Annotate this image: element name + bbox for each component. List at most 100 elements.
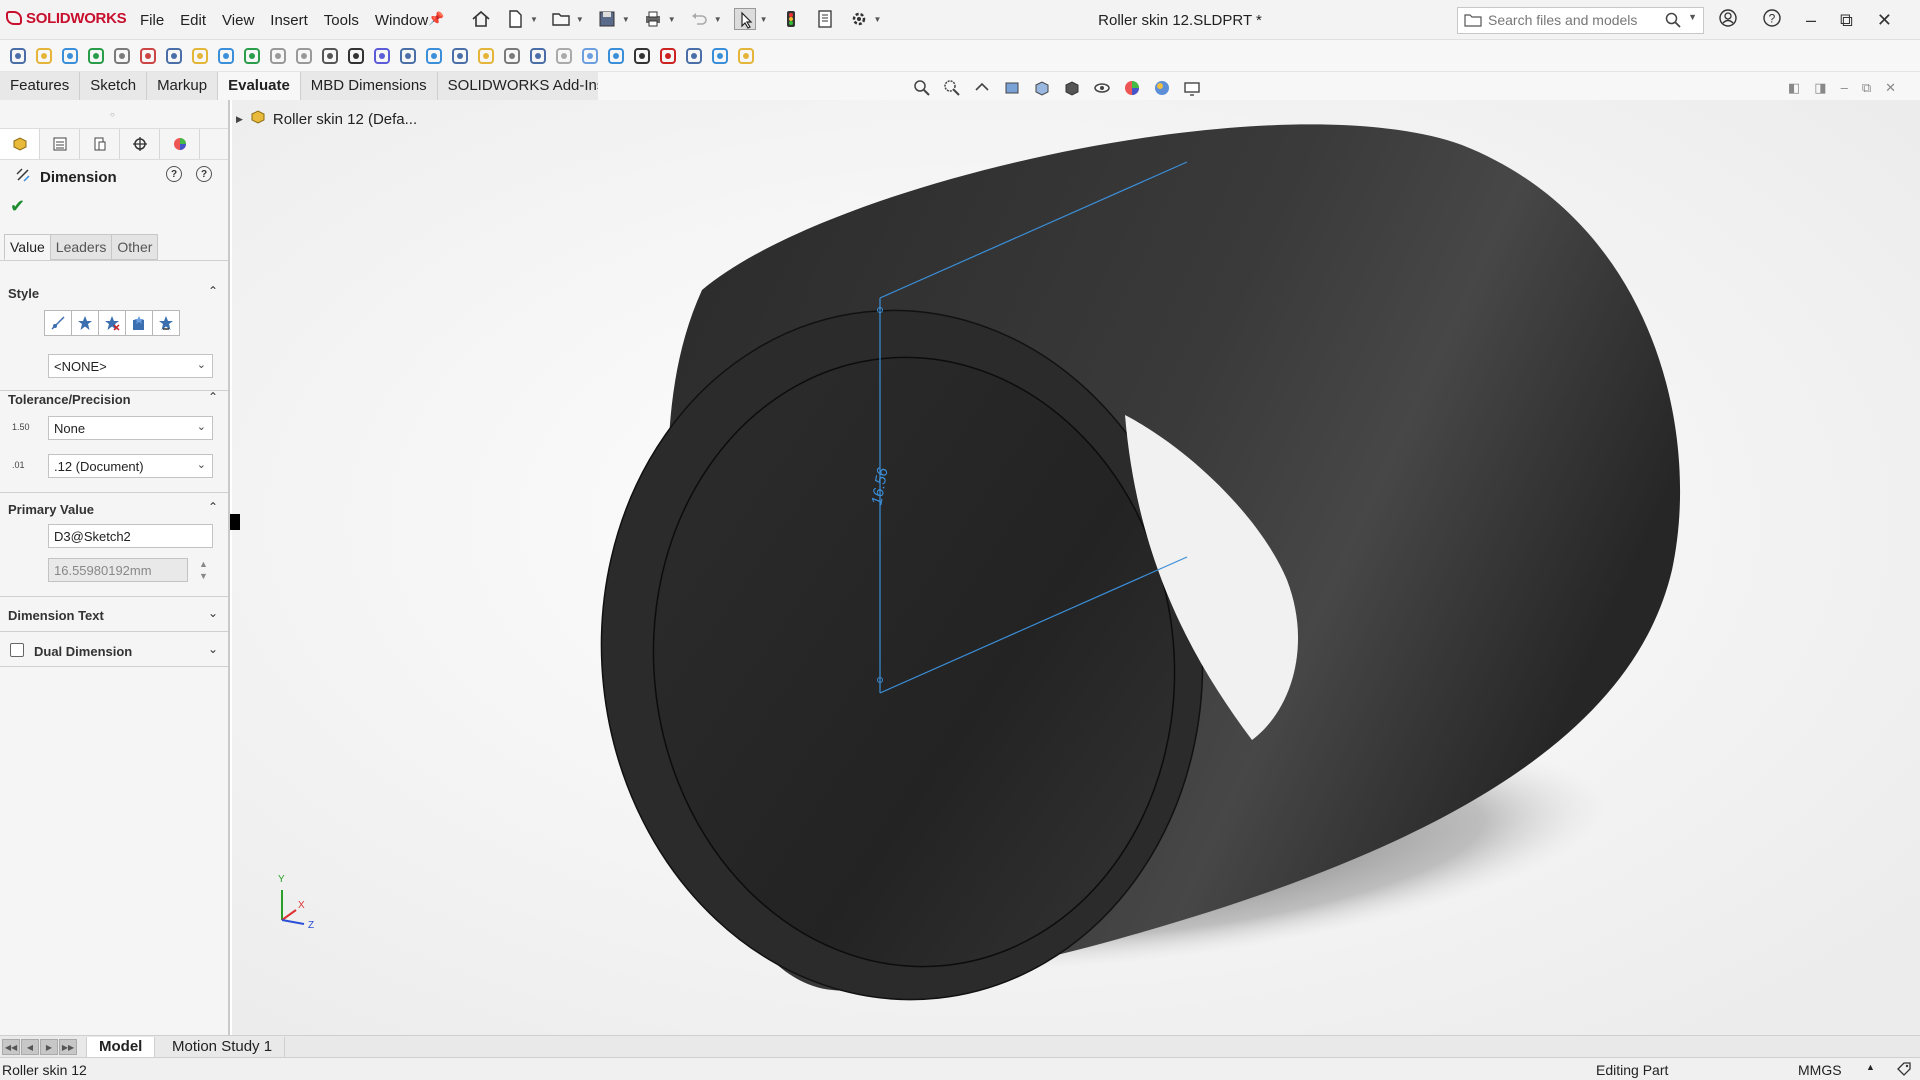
previous-view-icon[interactable]: [972, 78, 992, 98]
section-style-header[interactable]: Style: [8, 286, 39, 301]
restore-icon[interactable]: ⧉: [1840, 10, 1853, 31]
dual-dimension-checkbox[interactable]: [10, 643, 24, 657]
file-properties-icon[interactable]: [814, 8, 836, 30]
render-icon[interactable]: [736, 46, 756, 66]
tab-display-manager[interactable]: [160, 129, 200, 159]
chevron-down-icon[interactable]: ▼: [760, 15, 768, 24]
search-icon[interactable]: [1665, 12, 1681, 31]
tile-left-icon[interactable]: ◧: [1788, 80, 1800, 96]
restore-icon[interactable]: ⧉: [1862, 80, 1871, 96]
next-tab-icon[interactable]: ▶: [40, 1039, 58, 1055]
dimension-name-field[interactable]: D3@Sketch2: [48, 524, 213, 548]
rebuild-status-icon[interactable]: [1896, 1061, 1912, 1080]
section-view-icon[interactable]: [1002, 78, 1022, 98]
menu-window[interactable]: Window: [375, 12, 428, 29]
delete-style-icon[interactable]: [98, 310, 126, 336]
new-document-icon[interactable]: [504, 8, 526, 30]
search-input[interactable]: Search files and models ▼: [1457, 7, 1704, 34]
menu-tools[interactable]: Tools: [324, 12, 359, 29]
view-settings-icon[interactable]: [1182, 78, 1202, 98]
apply-default-style-icon[interactable]: [44, 310, 72, 336]
tab-features[interactable]: Features: [0, 72, 81, 100]
hide-show-items-icon[interactable]: [1092, 78, 1112, 98]
draft-analysis-icon[interactable]: [320, 46, 340, 66]
compare-icon[interactable]: [450, 46, 470, 66]
chevron-down-icon[interactable]: ⌄: [208, 606, 218, 620]
traffic-light-icon[interactable]: [780, 8, 802, 30]
parting-line-icon[interactable]: [372, 46, 392, 66]
last-tab-icon[interactable]: ▶▶: [59, 1039, 77, 1055]
whats-wrong-help-icon[interactable]: ?: [166, 166, 182, 182]
open-folder-icon[interactable]: [550, 8, 572, 30]
simulation-icon[interactable]: [580, 46, 600, 66]
zoom-to-area-icon[interactable]: [942, 78, 962, 98]
plastics-icon[interactable]: [632, 46, 652, 66]
load-style-icon[interactable]: [152, 310, 180, 336]
import-diagnostics-icon[interactable]: [216, 46, 236, 66]
graphics-area[interactable]: 16.56 Y X Z: [232, 100, 1920, 1035]
chevron-up-icon[interactable]: ⌃: [208, 284, 218, 298]
tab-solidworks-addins[interactable]: SOLIDWORKS Add-Ins: [437, 72, 616, 100]
tab-feature-manager[interactable]: [0, 129, 40, 159]
tab-dimxpert-manager[interactable]: [120, 129, 160, 159]
home-icon[interactable]: [470, 8, 492, 30]
apply-scene-icon[interactable]: [1152, 78, 1172, 98]
model-view[interactable]: 16.56 Y X Z: [232, 100, 1920, 1035]
chevron-up-icon[interactable]: ⌃: [208, 390, 218, 404]
markup-icon[interactable]: [34, 46, 54, 66]
chevron-up-icon[interactable]: ▲: [1866, 1062, 1875, 1072]
check-icon[interactable]: [164, 46, 184, 66]
chevron-down-icon[interactable]: ▼: [530, 15, 538, 24]
options-gear-icon[interactable]: [848, 8, 870, 30]
pin-menu-icon[interactable]: 📌: [428, 11, 444, 27]
sustainability-icon[interactable]: [554, 46, 574, 66]
undo-icon[interactable]: [688, 8, 710, 30]
help-icon[interactable]: ?: [1762, 8, 1782, 33]
print-icon[interactable]: [642, 8, 664, 30]
mass-properties-icon[interactable]: [60, 46, 80, 66]
view-orientation-icon[interactable]: [1032, 78, 1052, 98]
section-tolerance-header[interactable]: Tolerance/Precision: [8, 392, 131, 407]
solidworks-logo[interactable]: SOLIDWORKS: [6, 10, 127, 27]
undercut-icon[interactable]: [346, 46, 366, 66]
symmetry-icon[interactable]: [424, 46, 444, 66]
zoom-to-fit-icon[interactable]: [912, 78, 932, 98]
close-icon[interactable]: ✕: [1885, 80, 1896, 96]
unit-system-selector[interactable]: MMGS: [1798, 1062, 1842, 1078]
feature-tree-root[interactable]: Roller skin 12 (Defa...: [273, 111, 417, 128]
save-icon[interactable]: [596, 8, 618, 30]
prev-tab-icon[interactable]: ◀: [21, 1039, 39, 1055]
deviation-analysis-icon[interactable]: [242, 46, 262, 66]
chevron-down-icon[interactable]: ▼: [576, 15, 584, 24]
chevron-down-icon[interactable]: ▼: [668, 15, 676, 24]
check-active-icon[interactable]: [476, 46, 496, 66]
expand-arrow-icon[interactable]: ▶: [236, 114, 243, 125]
mold-icon[interactable]: [658, 46, 678, 66]
minimize-icon[interactable]: –: [1841, 80, 1848, 96]
select-cursor-icon[interactable]: [733, 8, 756, 30]
display-style-icon[interactable]: [1062, 78, 1082, 98]
value-spinner-icon[interactable]: ▲ ▼: [199, 558, 208, 582]
chevron-down-icon[interactable]: ▼: [874, 15, 882, 24]
collision-icon[interactable]: [710, 46, 730, 66]
chevron-down-icon[interactable]: ▼: [622, 15, 630, 24]
tile-right-icon[interactable]: ◨: [1814, 80, 1826, 96]
menu-insert[interactable]: Insert: [270, 12, 308, 29]
chevron-up-icon[interactable]: ⌃: [208, 500, 218, 514]
panel-collapse-handle[interactable]: ○: [110, 110, 115, 119]
style-favorite-select[interactable]: <NONE> ⌄: [48, 354, 213, 378]
sensor-icon[interactable]: [112, 46, 132, 66]
first-tab-icon[interactable]: ◀◀: [2, 1039, 20, 1055]
zebra-stripes-icon[interactable]: [268, 46, 288, 66]
save-style-icon[interactable]: [125, 310, 153, 336]
close-icon[interactable]: ✕: [1877, 10, 1892, 31]
tab-model[interactable]: Model: [86, 1037, 156, 1058]
menu-edit[interactable]: Edit: [180, 12, 206, 29]
costing-icon[interactable]: [528, 46, 548, 66]
ok-checkmark-button[interactable]: ✔: [10, 196, 25, 217]
tab-evaluate[interactable]: Evaluate: [218, 72, 301, 100]
section-dimension-text-header[interactable]: Dimension Text: [8, 608, 104, 623]
tab-mbd-dimensions[interactable]: MBD Dimensions: [300, 72, 438, 100]
menu-file[interactable]: File: [140, 12, 164, 29]
measure-icon[interactable]: [8, 46, 28, 66]
